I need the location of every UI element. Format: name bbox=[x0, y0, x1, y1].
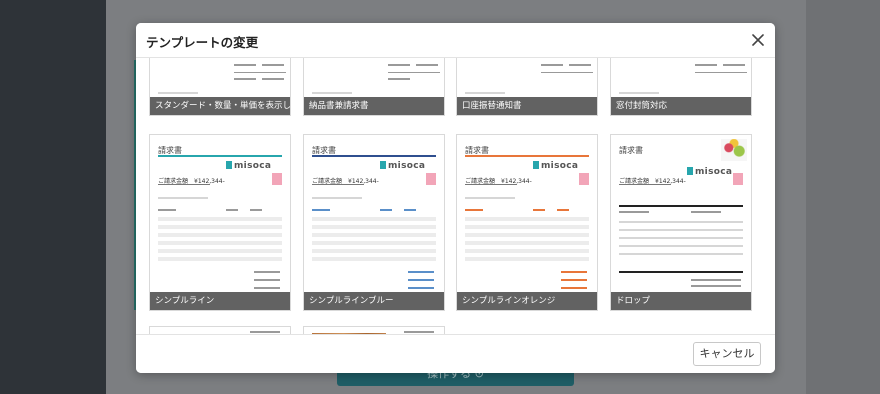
doc-amount: ご請求金額 ¥142,344- bbox=[312, 178, 379, 185]
template-preview: 請求書 misoca bbox=[304, 327, 444, 334]
misoca-logo: misoca bbox=[687, 167, 732, 177]
template-name: 窓付封筒対応 bbox=[611, 97, 751, 115]
template-name: シンプルライン bbox=[150, 292, 290, 310]
template-name: 口座振替通知書 bbox=[457, 97, 597, 115]
template-preview: 請求書 misoca ご請求金額 ¥142,344- bbox=[304, 135, 444, 310]
logo-mark-icon bbox=[533, 161, 539, 169]
doc-title: 請求書 bbox=[619, 146, 643, 155]
stamp-icon bbox=[426, 173, 436, 185]
template-preview: 請求書 misoca ご請求金額 ¥142,344- bbox=[150, 135, 290, 310]
template-card-simple-line-orange[interactable]: 請求書 misoca ご請求金額 ¥142,344- シンプルラインオレンジ bbox=[456, 134, 598, 311]
doc-amount: ご請求金額 ¥142,344- bbox=[158, 178, 225, 185]
template-grid: スタンダード・数量・単価を表示しない 納品書兼請求書 口座振替通知書 bbox=[136, 58, 775, 334]
template-name: シンプルラインブルー bbox=[304, 292, 444, 310]
logo-text: misoca bbox=[234, 161, 272, 171]
template-card-window-envelope[interactable]: 窓付封筒対応 bbox=[610, 58, 752, 116]
misoca-logo: misoca bbox=[533, 161, 578, 171]
stamp-icon bbox=[579, 173, 589, 185]
logo-mark-icon bbox=[380, 161, 386, 169]
template-name: スタンダード・数量・単価を表示しない bbox=[150, 97, 290, 115]
template-card-simple-line-blue[interactable]: 請求書 misoca ご請求金額 ¥142,344- シンプルラインブルー bbox=[303, 134, 445, 311]
misoca-logo: misoca bbox=[380, 161, 425, 171]
template-preview: 請求書 misoca ご請求金額 ¥142,344- bbox=[457, 135, 597, 310]
accent-rule bbox=[158, 155, 282, 157]
logo-mark-icon bbox=[226, 161, 232, 169]
modal-footer: キャンセル bbox=[136, 334, 775, 373]
template-preview: 請求書 misoca bbox=[150, 327, 290, 334]
doc-amount: ご請求金額 ¥142,344- bbox=[465, 178, 532, 185]
template-card-standard-no-qty[interactable]: スタンダード・数量・単価を表示しない bbox=[149, 58, 291, 116]
logo-text: misoca bbox=[388, 161, 426, 171]
template-card-simple-line[interactable]: 請求書 misoca ご請求金額 ¥142,344- シンプルライン bbox=[149, 134, 291, 311]
fruit-photo bbox=[721, 139, 747, 161]
stamp-icon bbox=[272, 173, 282, 185]
cancel-button[interactable]: キャンセル bbox=[693, 342, 761, 366]
misoca-logo: misoca bbox=[226, 161, 271, 171]
accent-rule bbox=[312, 155, 436, 157]
close-icon[interactable] bbox=[749, 31, 767, 49]
modal-header: テンプレートの変更 bbox=[136, 23, 775, 58]
template-name: ドロップ bbox=[611, 292, 751, 310]
app-right-panel bbox=[806, 0, 880, 394]
template-preview: 請求書 misoca ご請求金額 ¥142,344- bbox=[611, 135, 751, 310]
template-change-modal: テンプレートの変更 スタンダード・数量・単価を表示しない bbox=[136, 23, 775, 373]
template-card-account-transfer[interactable]: 口座振替通知書 bbox=[456, 58, 598, 116]
doc-amount: ご請求金額 ¥142,344- bbox=[619, 178, 686, 185]
template-card-simple-teal[interactable]: 請求書 misoca bbox=[149, 326, 291, 334]
template-card-drop[interactable]: 請求書 misoca ご請求金額 ¥142,344- ドロップ bbox=[610, 134, 752, 311]
logo-mark-icon bbox=[687, 167, 693, 175]
app-sidebar bbox=[0, 0, 106, 394]
logo-text: misoca bbox=[541, 161, 579, 171]
template-name: シンプルラインオレンジ bbox=[457, 292, 597, 310]
stamp-icon bbox=[733, 173, 743, 185]
accent-rule bbox=[465, 155, 589, 157]
template-name: 納品書兼請求書 bbox=[304, 97, 444, 115]
logo-text: misoca bbox=[695, 167, 733, 177]
modal-title: テンプレートの変更 bbox=[146, 35, 259, 50]
template-card-delivery-invoice[interactable]: 納品書兼請求書 bbox=[303, 58, 445, 116]
template-card-wood[interactable]: 請求書 misoca bbox=[303, 326, 445, 334]
